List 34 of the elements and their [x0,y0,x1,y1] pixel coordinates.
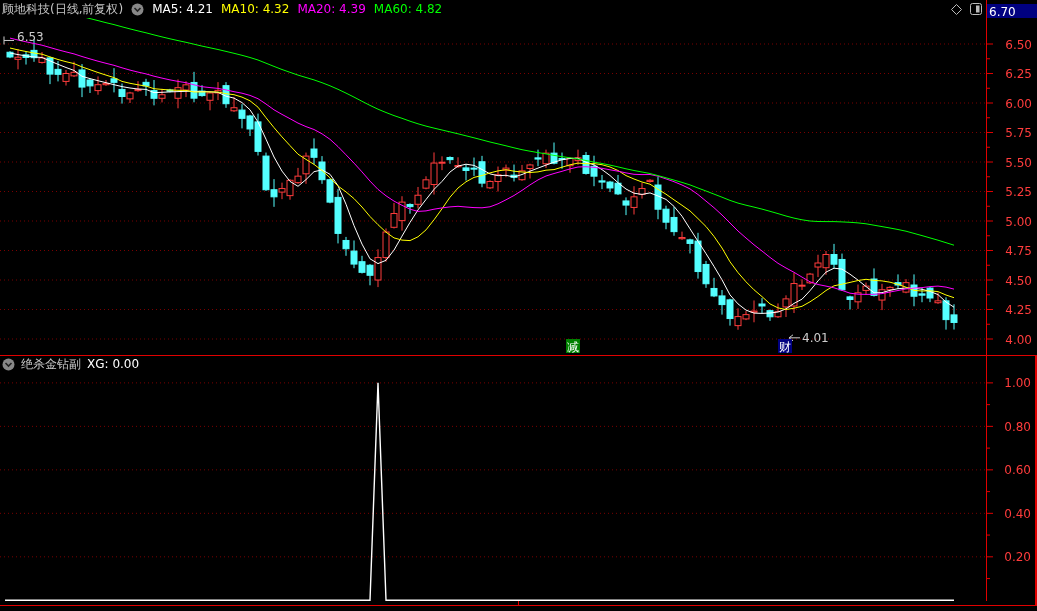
ma-label: MA20: 4.39 [297,2,366,16]
axis-label: 4.75 [1005,244,1032,258]
axis-label: 6.50 [1005,37,1032,52]
axis-label: 5.75 [1005,126,1032,140]
axis-label: 4.25 [1005,303,1032,317]
signal-tag: 财 [778,339,792,354]
axis-label: 6.00 [1005,96,1032,111]
current-price-label: 6.70 [987,4,1037,19]
axis-label: 4.50 [1005,273,1032,288]
axis-label: 0.40 [1004,506,1031,521]
axis-label: 5.50 [1005,155,1032,170]
axis-label: 4.00 [1005,332,1032,347]
chevron-down-icon[interactable] [2,357,15,371]
chevron-down-icon[interactable] [131,2,145,16]
indicator-reading: XG: 0.00 [87,357,140,371]
ma-label: MA10: 4.32 [220,2,290,16]
axis-label: 6.25 [1005,67,1032,81]
stock-title: 顾地科技(日线,前复权) [2,0,124,18]
indicator-title: 绝杀金钻副 [21,355,81,373]
axis-label: 0.80 [1004,419,1031,434]
low-price-label: 4.01 [802,330,829,345]
axis-label: 0.60 [1004,463,1031,478]
axis-label: 5.00 [1005,214,1032,229]
ma-label: MA5: 4.21 [152,2,213,16]
axis-label: 5.25 [1005,185,1032,199]
arrow-icon [3,35,15,45]
diamond-icon[interactable] [951,3,962,15]
signal-tag: 减 [566,339,580,354]
high-price-label: 6.53 [17,30,44,45]
ma-label: MA60: 4.82 [373,2,443,16]
axis-label: 1.00 [1004,376,1031,391]
axis-label: 0.20 [1004,550,1031,565]
square-icon[interactable] [970,3,982,15]
arrow-icon [788,334,801,342]
